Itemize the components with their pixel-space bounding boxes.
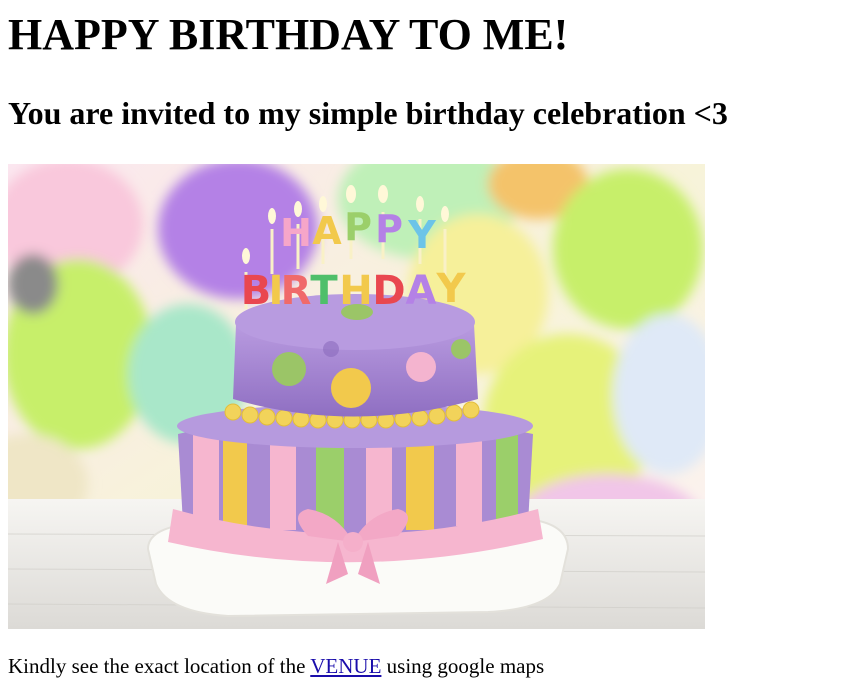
svg-text:T: T [310,268,338,314]
page-title: HAPPY BIRTHDAY TO ME! [8,10,569,59]
svg-text:Y: Y [436,266,467,312]
svg-text:Y: Y [407,213,436,257]
svg-text:P: P [375,207,403,251]
birthday-cake-image: H A P P Y B I R T H D A Y [8,164,705,629]
svg-text:P: P [344,205,372,249]
svg-text:D: D [372,268,405,314]
venue-caption: Kindly see the exact location of the VEN… [8,653,544,679]
page-subtitle: You are invited to my simple birthday ce… [8,95,728,131]
svg-text:H: H [339,268,372,314]
svg-text:A: A [312,209,342,253]
venue-link[interactable]: VENUE [310,654,381,678]
svg-text:B: B [241,268,272,314]
svg-text:H: H [280,211,312,255]
caption-text-before: Kindly see the exact location of the [8,654,311,678]
svg-text:A: A [406,268,437,314]
svg-text:R: R [281,268,312,314]
caption-text-after: using google maps [381,654,545,678]
